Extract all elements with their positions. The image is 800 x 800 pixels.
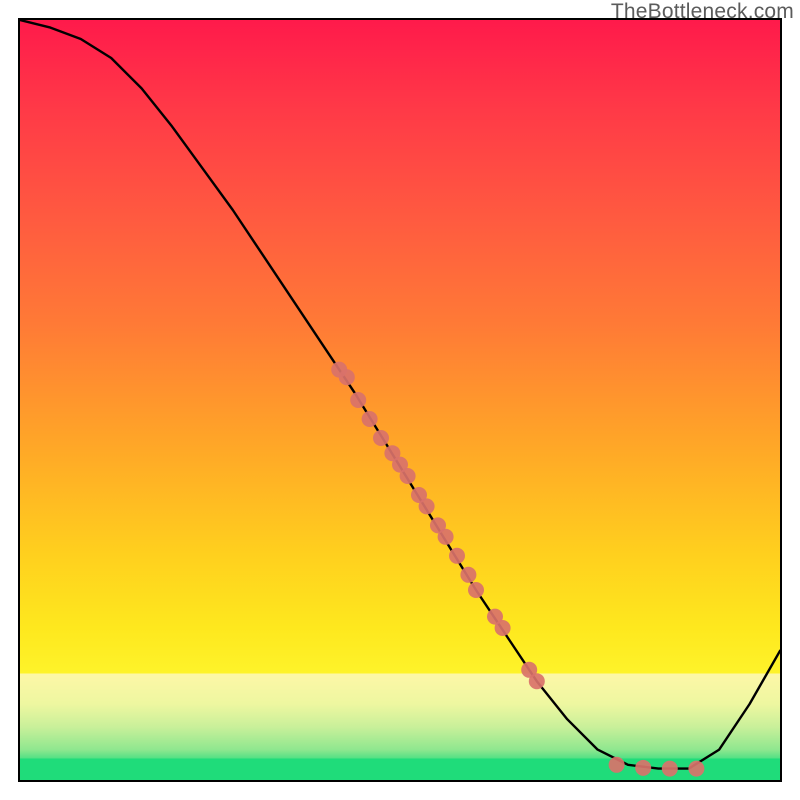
chart-stage: TheBottleneck.com: [0, 0, 800, 800]
scatter-point: [688, 761, 704, 777]
plot-area: [18, 18, 782, 782]
scatter-point: [350, 392, 366, 408]
scatter-point: [460, 567, 476, 583]
scatter-point: [662, 761, 678, 777]
bottleneck-curve: [20, 20, 780, 769]
scatter-point: [468, 582, 484, 598]
scatter-point: [362, 411, 378, 427]
scatter-point: [373, 430, 389, 446]
scatter-point: [400, 468, 416, 484]
scatter-point: [449, 548, 465, 564]
curve-layer: [20, 20, 780, 780]
scatter-point: [339, 369, 355, 385]
scatter-points: [331, 362, 704, 777]
scatter-point: [495, 620, 511, 636]
scatter-point: [635, 760, 651, 776]
scatter-point: [419, 498, 435, 514]
scatter-point: [529, 673, 545, 689]
scatter-point: [438, 529, 454, 545]
scatter-point: [609, 757, 625, 773]
